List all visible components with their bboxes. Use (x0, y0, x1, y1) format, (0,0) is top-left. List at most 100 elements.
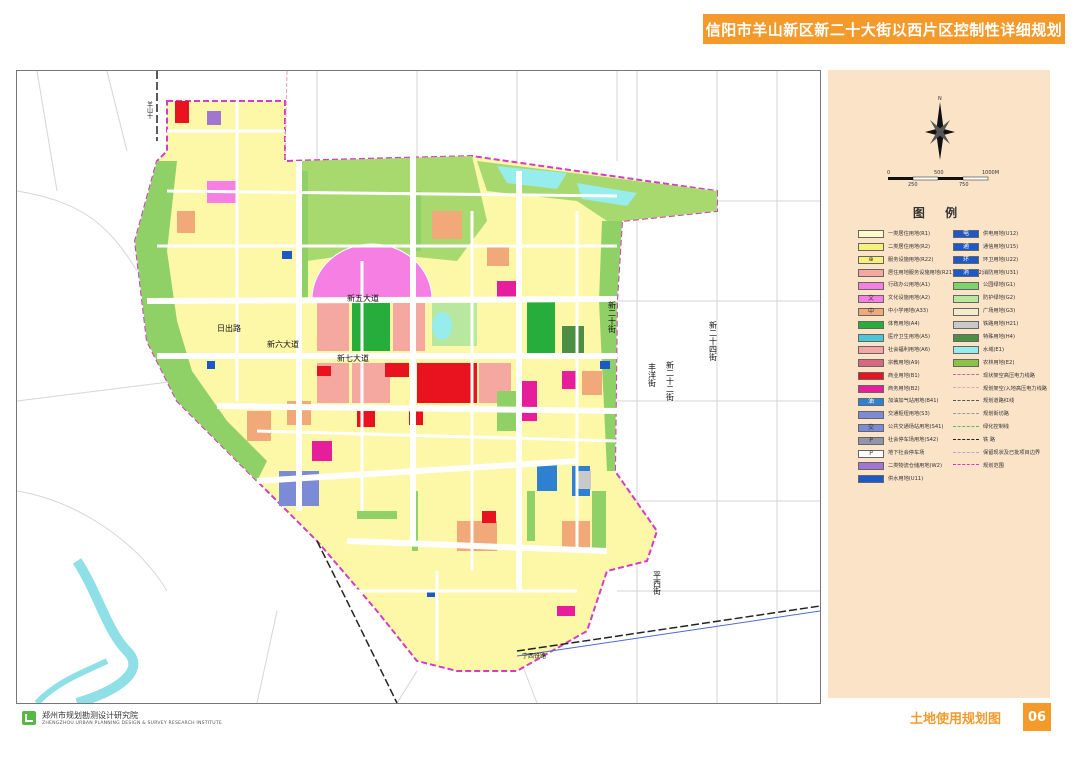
legend-label: 通信用地(U15) (983, 243, 1019, 250)
legend-label: 二类居住用地(R2) (888, 243, 931, 250)
legend-label: 交通枢纽用地(S3) (888, 411, 930, 418)
legend-item: 规划范围 (953, 460, 1047, 473)
legend-item: 铁 路 (953, 434, 1047, 447)
legend-label: 宗教用地(A9) (888, 359, 920, 366)
legend-item: 保留现状及已批项目边界 (953, 447, 1047, 460)
scale-label-750: 750 (959, 182, 969, 188)
north-arrow-icon: N (923, 92, 957, 166)
land-use-map[interactable]: 新二十四街 新二十二街 新二十街 丰洋街 平西街 新五大道 新六大道 新七大道 … (16, 70, 821, 704)
commercial-center (417, 363, 477, 403)
legend-swatch: 文 (858, 294, 884, 303)
legend-swatch (953, 282, 979, 290)
green-east-1 (527, 301, 555, 356)
legend-symbol: P (869, 449, 873, 457)
legend-swatch: 消 (953, 269, 979, 278)
legend-label: 地下社会停车场 (888, 449, 925, 456)
business-block-5 (497, 281, 519, 299)
legend-item: 绿化控制线 (953, 421, 1047, 434)
street-label-xin22: 新二十二街 (666, 360, 675, 402)
legend-symbol: 油 (867, 398, 874, 406)
legend-swatch (858, 385, 884, 394)
legend-label: 环卫用地(U22) (983, 256, 1019, 263)
institute-logo-icon (22, 711, 36, 725)
rail-land (577, 471, 591, 489)
sports-block (352, 303, 390, 351)
legend-label: 农林用地(E2) (983, 359, 1015, 366)
legend-label: 社会福利用地(A6) (888, 346, 931, 353)
legend-label: 服务设施用地(R22) (888, 256, 934, 263)
commercial-c-3 (317, 366, 331, 376)
legend-item: 公园绿地(G1) (953, 280, 1047, 293)
legend-item: 消 消防用地(U31) (953, 267, 1047, 280)
school-block-1 (432, 211, 462, 239)
legend-swatch (953, 412, 979, 417)
legend-swatch: P (858, 436, 884, 445)
legend-swatch (953, 400, 979, 404)
street-label-xin6: 新六大道 (267, 339, 299, 349)
street-label-pingxi: 平西街 (653, 571, 662, 596)
business-block-2 (312, 441, 332, 461)
legend-label: 商务用地(B2) (888, 385, 920, 392)
legend-symbol: 环 (962, 256, 969, 264)
school-block-3 (247, 411, 271, 441)
scale-label-0: 0 (887, 170, 891, 176)
legend-label: 规划范围 (983, 462, 1004, 469)
legend-item: 防护绿地(G2) (953, 292, 1047, 305)
street-label-ningxi-railway: 宁西铁路 (522, 652, 546, 660)
legend-item: 通 通信用地(U15) (953, 241, 1047, 254)
utility-small-1 (600, 361, 610, 369)
commercial-s-1 (482, 511, 496, 523)
logistics-block (207, 111, 221, 125)
legend-swatch: P (858, 449, 884, 458)
legend-item: 规划道路红线 (953, 396, 1047, 409)
legend-label: 社会停车场用地(S42) (888, 437, 939, 444)
street-label-fengyang: 丰洋街 (648, 362, 657, 388)
legend-label: 公园绿地(G1) (983, 282, 1016, 289)
legend-label: 消防用地(U31) (983, 269, 1019, 276)
commercial-small (385, 363, 409, 377)
legend-symbol: 消 (962, 269, 969, 277)
legend-label: 医疗卫生用地(A5) (888, 333, 931, 340)
legend-symbol: 中 (867, 307, 874, 315)
legend-panel: N 0 500 1000M 250 750 图 例 一类居住用地(R1) 二类居住… (828, 70, 1050, 698)
legend-item: 特殊用地(H4) (953, 331, 1047, 344)
scale-label-1000: 1000M (982, 170, 1000, 176)
legend-label: 二类物流仓储用地(W2) (888, 462, 942, 469)
legend-item: 铁路用地(H21) (953, 318, 1047, 331)
legend-label: 铁 路 (983, 437, 996, 444)
river (72, 558, 139, 703)
legend-swatch: 交 (858, 423, 884, 432)
business-block-3 (562, 371, 577, 389)
legend-label: 供电用地(U12) (983, 230, 1019, 237)
street-label-richu: 日出路 (217, 323, 241, 333)
utility-small-3 (207, 361, 215, 369)
legend-swatch (858, 372, 884, 381)
business-block-4 (557, 606, 575, 616)
school-block-5 (487, 246, 509, 266)
legend-swatch: 中 (858, 307, 884, 316)
legend-swatch (953, 346, 979, 355)
legend-label: 水域(E1) (983, 346, 1005, 353)
legend-swatch (858, 230, 884, 239)
special-use (562, 326, 584, 354)
legend-swatch: 环 (953, 256, 979, 265)
legend-label: 铁路用地(H21) (983, 321, 1019, 328)
street-label-xin5: 新五大道 (347, 293, 379, 303)
legend-swatch (858, 333, 884, 342)
legend-title: 图 例 (912, 206, 966, 220)
legend-item: 供水用地(U11) (858, 473, 984, 486)
legend-label: 规划道路红线 (983, 398, 1015, 405)
block-pink-2 (393, 303, 425, 351)
street-label-xin20: 新二十街 (608, 300, 617, 334)
legend-label: 文化设施用地(A2) (888, 295, 931, 302)
legend-label: 一类居住用地(R1) (888, 230, 931, 237)
legend-item: 电 供电用地(U12) (953, 228, 1047, 241)
legend-swatch (858, 346, 884, 355)
street-label-yangshan: 羊山十 (146, 100, 153, 120)
legend-symbol: P (869, 436, 873, 444)
legend-swatch (858, 410, 884, 419)
legend-swatch: ⊕ (858, 256, 884, 265)
legend-swatch (953, 333, 979, 342)
legend-swatch (953, 374, 979, 378)
map-canvas: 新二十四街 新二十二街 新二十街 丰洋街 平西街 新五大道 新六大道 新七大道 … (17, 71, 820, 703)
